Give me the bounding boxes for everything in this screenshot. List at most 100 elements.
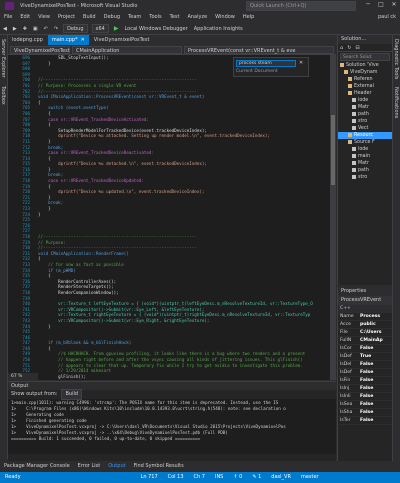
solution-configuration-select[interactable]: Debug	[63, 24, 88, 33]
tree-item[interactable]: Source F	[338, 139, 392, 146]
property-value[interactable]: False	[360, 409, 392, 416]
menu-project[interactable]: Project	[54, 12, 79, 23]
property-row[interactable]: IsTer False	[338, 417, 392, 425]
property-value[interactable]: CMainAp	[360, 337, 392, 344]
menu-analyze[interactable]: Analyze	[183, 12, 211, 23]
menu-window[interactable]: Window	[211, 12, 239, 23]
property-value[interactable]: C:\Users	[360, 329, 392, 336]
new-project-icon[interactable]: ✚	[20, 23, 30, 35]
output-text[interactable]: 1>main.cpp(1011): warning C4996: 'strcmp…	[8, 399, 336, 454]
properties-object-select[interactable]: ProcessVREvent	[338, 296, 392, 305]
menu-build[interactable]: Build	[79, 12, 100, 23]
property-value[interactable]: Process	[360, 313, 392, 320]
tree-item[interactable]: main	[338, 153, 392, 160]
find-close-icon[interactable]: ✕	[299, 60, 303, 66]
tree-item[interactable]: ViveDynam	[338, 69, 392, 76]
home-icon[interactable]: ⌂	[338, 45, 345, 51]
zoom-level-select[interactable]: 67 %	[8, 373, 38, 380]
back-icon[interactable]: ◀	[0, 23, 10, 35]
code-line[interactable]: glFinish();	[38, 374, 330, 380]
property-row[interactable]: IsInj False	[338, 385, 392, 393]
property-value[interactable]: True	[360, 353, 392, 360]
property-row[interactable]: Acce public	[338, 321, 392, 329]
member-scope-select[interactable]: ProcessVREvent(const vr::VREvent_t & eve	[184, 45, 334, 54]
pending-changes[interactable]: ✎ 1	[247, 472, 266, 483]
notifications-tab[interactable]: Notifications	[393, 83, 399, 122]
diagnostic-tools-tab[interactable]: Diagnostic Tools	[393, 35, 399, 83]
code-text-area[interactable]: SDL_StopTextInput(); }//----------------…	[38, 55, 330, 379]
property-value[interactable]: public	[360, 321, 392, 328]
tab-project[interactable]: ViveDynamixelPosTest	[90, 35, 154, 45]
tree-item[interactable]: lode	[338, 146, 392, 153]
output-source-select[interactable]: Build	[61, 389, 83, 400]
tree-item[interactable]: lode	[338, 97, 392, 104]
property-row[interactable]: IsCor False	[338, 345, 392, 353]
property-value[interactable]	[360, 305, 392, 312]
repository-name[interactable]: dasl_VR	[266, 472, 296, 483]
minimize-button[interactable]: ─	[362, 1, 374, 11]
property-row[interactable]: Name Process	[338, 313, 392, 321]
application-insights-button[interactable]: Application Insights	[191, 23, 246, 35]
property-row[interactable]: IsSha False	[338, 409, 392, 417]
scrollbar-thumb[interactable]	[331, 115, 335, 185]
tree-item[interactable]: Solution 'Vive	[338, 62, 392, 69]
tree-item[interactable]: Matr	[338, 104, 392, 111]
refresh-icon[interactable]: ↻	[345, 45, 353, 51]
property-row[interactable]: IsInli False	[338, 393, 392, 401]
save-all-icon[interactable]: ▣	[30, 23, 41, 35]
forward-icon[interactable]: ▶	[10, 23, 20, 35]
menu-debug[interactable]: Debug	[100, 12, 124, 23]
redo-icon[interactable]: ↷	[51, 23, 61, 35]
unpushed-commits[interactable]: ↑ 0	[228, 472, 247, 483]
start-debugging-icon[interactable]: ▶	[111, 23, 122, 35]
tree-item[interactable]: Referen	[338, 76, 392, 83]
menu-test[interactable]: Test	[166, 12, 184, 23]
close-window-button[interactable]: ✕	[388, 1, 400, 11]
tree-item[interactable]: Resourc	[338, 132, 392, 139]
menu-help[interactable]: Help	[239, 12, 258, 23]
menu-view[interactable]: View	[34, 12, 54, 23]
menu-file[interactable]: File	[0, 12, 16, 23]
property-value[interactable]: False	[360, 377, 392, 384]
project-scope-select[interactable]: ViveDynamixelPosTest	[10, 45, 70, 54]
property-row[interactable]: File C:\Users	[338, 329, 392, 337]
maximize-button[interactable]: □	[375, 1, 387, 11]
property-row[interactable]: FullN CMainAp	[338, 337, 392, 345]
undo-icon[interactable]: ↶	[41, 23, 51, 35]
property-row[interactable]: IsDel False	[338, 361, 392, 369]
tree-item[interactable]: path	[338, 167, 392, 174]
code-line[interactable]: vr::Texture_t leftEyeTexture = { (void*)…	[38, 301, 330, 307]
property-row[interactable]: IsFin False	[338, 377, 392, 385]
tree-item[interactable]: Header	[338, 90, 392, 97]
tab-output[interactable]: Output	[104, 461, 129, 471]
find-input[interactable]: process steam	[236, 60, 296, 67]
menu-edit[interactable]: Edit	[16, 12, 34, 23]
branch-name[interactable]: master	[296, 472, 324, 483]
property-value[interactable]: False	[360, 345, 392, 352]
toolbox-tab[interactable]: Toolbox	[0, 82, 6, 109]
tree-item[interactable]: stro	[338, 174, 392, 181]
property-value[interactable]: False	[360, 401, 392, 408]
user-account[interactable]: paul ck	[374, 12, 400, 23]
class-scope-select[interactable]: CMainApplication	[72, 45, 182, 54]
property-row[interactable]: IsDef True	[338, 353, 392, 361]
tree-item[interactable]: External	[338, 83, 392, 90]
tree-item[interactable]: path	[338, 111, 392, 118]
collapse-all-icon[interactable]: ⊟	[353, 45, 361, 51]
tree-item[interactable]: stro	[338, 118, 392, 125]
tab-error-list[interactable]: Error List	[74, 461, 105, 471]
property-row[interactable]: IsDef False	[338, 369, 392, 377]
solution-search-input[interactable]: Search Solut	[340, 53, 390, 61]
property-value[interactable]: False	[360, 417, 392, 424]
server-explorer-tab[interactable]: Server Explorer	[0, 35, 6, 82]
quick-launch-input[interactable]: Quick Launch (Ctrl+Q)	[246, 1, 356, 11]
code-editor[interactable]: 696 697 698 699 700 701 702 703 704 705 706 707 708 7…	[8, 55, 336, 380]
tab-lodepng[interactable]: lodepng.cpp	[8, 35, 47, 45]
menu-team[interactable]: Team	[124, 12, 145, 23]
close-icon[interactable]: ✕	[81, 37, 85, 43]
property-row[interactable]: C++	[338, 305, 392, 313]
property-value[interactable]: False	[360, 361, 392, 368]
tree-item[interactable]: Matr	[338, 160, 392, 167]
solution-platform-select[interactable]: x64	[91, 24, 109, 33]
property-value[interactable]: False	[360, 393, 392, 400]
